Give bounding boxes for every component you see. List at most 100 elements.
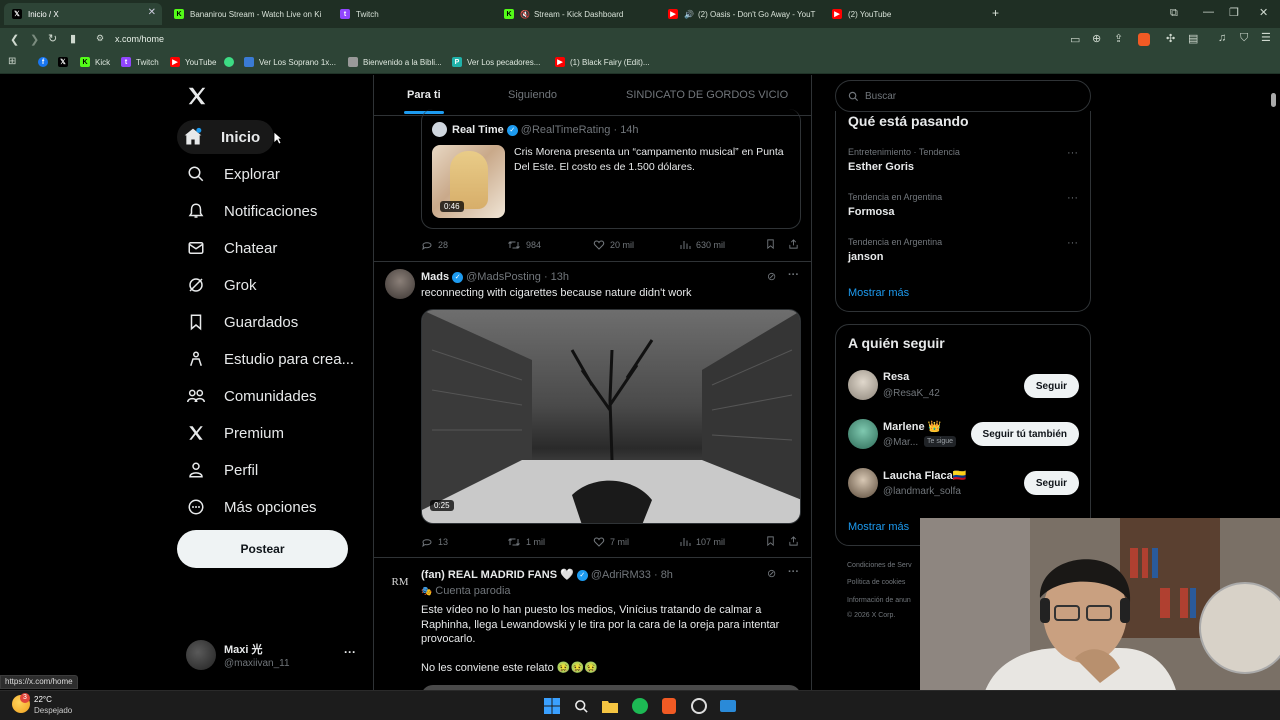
cast-icon[interactable]: ▭ — [1070, 33, 1080, 46]
post-button[interactable]: Postear — [177, 530, 348, 568]
repost-button[interactable]: 984 — [507, 239, 541, 251]
spotify-icon[interactable] — [630, 696, 650, 716]
sidebar-item-estudio[interactable]: Estudio para crea... — [180, 342, 354, 376]
footer-link[interactable]: Información de anun — [847, 597, 911, 604]
share-icon[interactable] — [788, 535, 804, 547]
bookmark-facebook[interactable]: f — [38, 57, 53, 67]
views-button[interactable]: 107 mil — [679, 536, 725, 548]
quoted-post-card[interactable]: Real Time ✓ @RealTimeRating · 14h 0:46 Cri… — [421, 109, 801, 229]
show-more-link[interactable]: Mostrar más — [848, 521, 909, 533]
extensions-icon[interactable]: ⧉ — [1170, 7, 1178, 20]
trend-more-icon[interactable]: ··· — [1067, 147, 1078, 159]
follow-back-button[interactable]: Seguir tú también — [970, 422, 1079, 446]
avatar[interactable] — [848, 370, 878, 400]
post-video[interactable]: 0:25 — [421, 309, 801, 524]
tab-twitch[interactable]: t Twitch — [332, 3, 492, 25]
weather-temp[interactable]: 22°C — [34, 695, 52, 704]
bookmark-android[interactable] — [224, 57, 239, 67]
bookmark-biblioteca[interactable]: Bienvenido a la Bibli... — [348, 57, 442, 67]
sidebar-item-notificaciones[interactable]: Notificaciones — [180, 194, 317, 228]
avatar[interactable]: RM — [385, 567, 415, 597]
show-more-link[interactable]: Mostrar más — [848, 287, 909, 299]
avatar[interactable] — [385, 269, 415, 299]
close-icon[interactable]: ✕ — [148, 7, 156, 18]
site-info-icon[interactable]: ⚙ — [96, 33, 104, 44]
sidebar-item-guardados[interactable]: Guardados — [180, 305, 298, 339]
brave-browser-icon[interactable] — [659, 696, 679, 716]
avatar[interactable] — [848, 468, 878, 498]
x-logo-icon[interactable] — [186, 85, 208, 107]
bookmark-page-icon[interactable]: ▮ — [70, 32, 76, 45]
sidebar-item-grok[interactable]: Grok — [180, 268, 257, 302]
repost-button[interactable]: 1 mil — [507, 536, 545, 548]
account-more-icon[interactable]: ··· — [344, 645, 356, 659]
tab-kick-dashboard[interactable]: K 🔇 Stream - Kick Dashboard — [496, 3, 656, 25]
bookmark-x[interactable]: 𝕏 — [58, 57, 73, 67]
like-button[interactable]: 20 mil — [593, 239, 634, 251]
reply-button[interactable]: 28 — [421, 239, 448, 251]
back-icon[interactable]: ❮ — [10, 33, 19, 46]
bookmark-icon[interactable] — [765, 238, 781, 250]
sidebar-icon[interactable]: ▤ — [1188, 32, 1198, 45]
app-icon[interactable] — [718, 696, 738, 716]
follow-button[interactable]: Seguir — [1023, 374, 1079, 398]
trend-name[interactable]: janson — [848, 251, 883, 263]
reload-icon[interactable]: ↻ — [48, 32, 57, 45]
tab-sindicato[interactable]: SINDICATO DE GORDOS VICIO — [626, 89, 788, 101]
restore-icon[interactable]: ❐ — [1229, 6, 1239, 19]
zoom-icon[interactable]: ⊕ — [1092, 32, 1101, 45]
bookmark-youtube[interactable]: ▶ YouTube — [170, 57, 216, 67]
sidebar-item-mas-opciones[interactable]: Más opciones — [180, 490, 317, 524]
like-button[interactable]: 7 mil — [593, 536, 629, 548]
bookmark-twitch[interactable]: t Twitch — [121, 57, 159, 67]
tab-oasis-youtube[interactable]: ▶ 🔊 (2) Oasis - Don't Go Away - YouT — [660, 3, 820, 25]
page-scrollbar[interactable] — [1271, 93, 1276, 107]
bookmark-pecadores[interactable]: P Ver Los pecadores... — [452, 57, 540, 67]
sidebar-item-explorar[interactable]: Explorar — [180, 157, 280, 191]
avatar[interactable] — [848, 419, 878, 449]
quoted-video-thumbnail[interactable]: 0:46 — [432, 145, 505, 218]
weather-desc[interactable]: Despejado — [34, 706, 72, 715]
sidebar-item-chatear[interactable]: Chatear — [180, 231, 277, 265]
bookmark-soprano[interactable]: Ver Los Soprano 1x... — [244, 57, 336, 67]
forward-icon[interactable]: ❯ — [30, 33, 39, 46]
bookmark-icon[interactable] — [765, 535, 781, 547]
footer-link[interactable]: Política de cookies — [847, 579, 905, 586]
footer-link[interactable]: Condiciones de Serv — [847, 562, 912, 569]
trend-more-icon[interactable]: ··· — [1067, 192, 1078, 204]
tab-youtube[interactable]: ▶ (2) YouTube — [824, 3, 984, 25]
search-input[interactable]: Buscar — [835, 80, 1091, 112]
file-explorer-icon[interactable] — [600, 696, 620, 716]
tab-bananirou-stream[interactable]: K Bananirou Stream - Watch Live on Ki — [166, 3, 326, 25]
share-icon[interactable]: ⇪ — [1114, 32, 1123, 45]
puzzle-icon[interactable]: ✣ — [1166, 32, 1175, 45]
sidebar-item-comunidades[interactable]: Comunidades — [180, 379, 317, 413]
windows-start-icon[interactable] — [542, 696, 562, 716]
tab-x-home[interactable]: 𝕏 Inicio / X ✕ — [4, 3, 162, 25]
trend-name[interactable]: Esther Goris — [848, 161, 914, 173]
post-more-icon[interactable]: ··· — [788, 269, 799, 281]
brave-shield-icon[interactable] — [1138, 33, 1150, 46]
follow-button[interactable]: Seguir — [1023, 471, 1079, 495]
bookmark-kick[interactable]: K Kick — [80, 57, 110, 67]
apps-grid-icon[interactable]: ⊞ — [8, 56, 16, 67]
sidebar-item-perfil[interactable]: Perfil — [180, 453, 258, 487]
music-icon[interactable]: ♫ — [1218, 32, 1226, 44]
trend-name[interactable]: Formosa — [848, 206, 894, 218]
reply-button[interactable]: 13 — [421, 536, 448, 548]
post-more-icon[interactable]: ··· — [788, 566, 799, 578]
grok-icon[interactable]: ⊘ — [767, 270, 776, 283]
close-window-icon[interactable]: ✕ — [1259, 6, 1268, 19]
avatar[interactable] — [186, 640, 216, 670]
trend-more-icon[interactable]: ··· — [1067, 237, 1078, 249]
new-tab-button[interactable]: + — [992, 6, 999, 20]
taskbar-search-icon[interactable] — [571, 696, 591, 716]
vpn-shield-icon[interactable]: ⛉ — [1240, 32, 1248, 45]
sidebar-item-premium[interactable]: Premium — [180, 416, 284, 450]
obs-icon[interactable] — [689, 696, 709, 716]
url-field[interactable]: x.com/home — [115, 34, 164, 44]
share-icon[interactable] — [788, 238, 804, 250]
menu-icon[interactable]: ☰ — [1261, 31, 1271, 44]
tab-siguiendo[interactable]: Siguiendo — [508, 89, 557, 101]
minimize-icon[interactable]: — — [1203, 6, 1214, 18]
